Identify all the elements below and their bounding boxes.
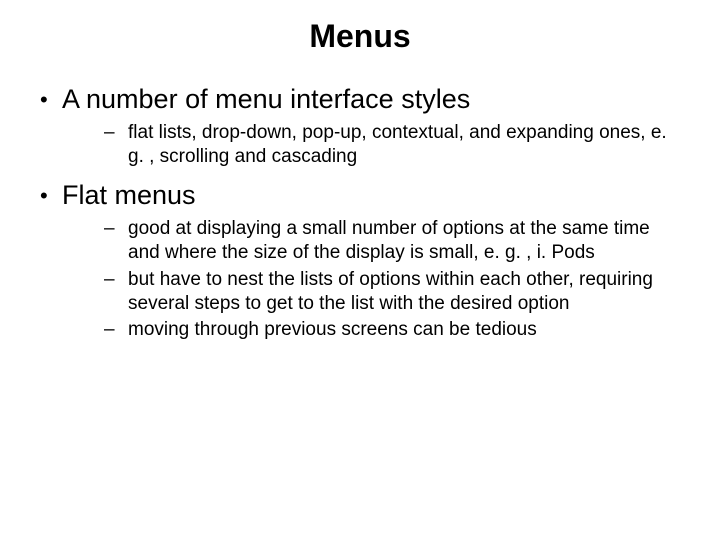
bullet-text: A number of menu interface styles (62, 84, 470, 114)
list-item: Flat menus good at displaying a small nu… (36, 179, 684, 342)
bullet-text: Flat menus (62, 180, 196, 210)
sub-list-item: good at displaying a small number of opt… (100, 217, 684, 266)
bullet-list: A number of menu interface styles flat l… (36, 83, 684, 343)
list-item: A number of menu interface styles flat l… (36, 83, 684, 169)
sub-list-item: moving through previous screens can be t… (100, 318, 684, 342)
sub-list: good at displaying a small number of opt… (62, 217, 684, 343)
sub-list-item: but have to nest the lists of options wi… (100, 268, 684, 317)
slide: Menus A number of menu interface styles … (0, 0, 720, 540)
slide-title: Menus (36, 18, 684, 55)
sub-list: flat lists, drop-down, pop-up, contextua… (62, 121, 684, 170)
sub-list-item: flat lists, drop-down, pop-up, contextua… (100, 121, 684, 170)
